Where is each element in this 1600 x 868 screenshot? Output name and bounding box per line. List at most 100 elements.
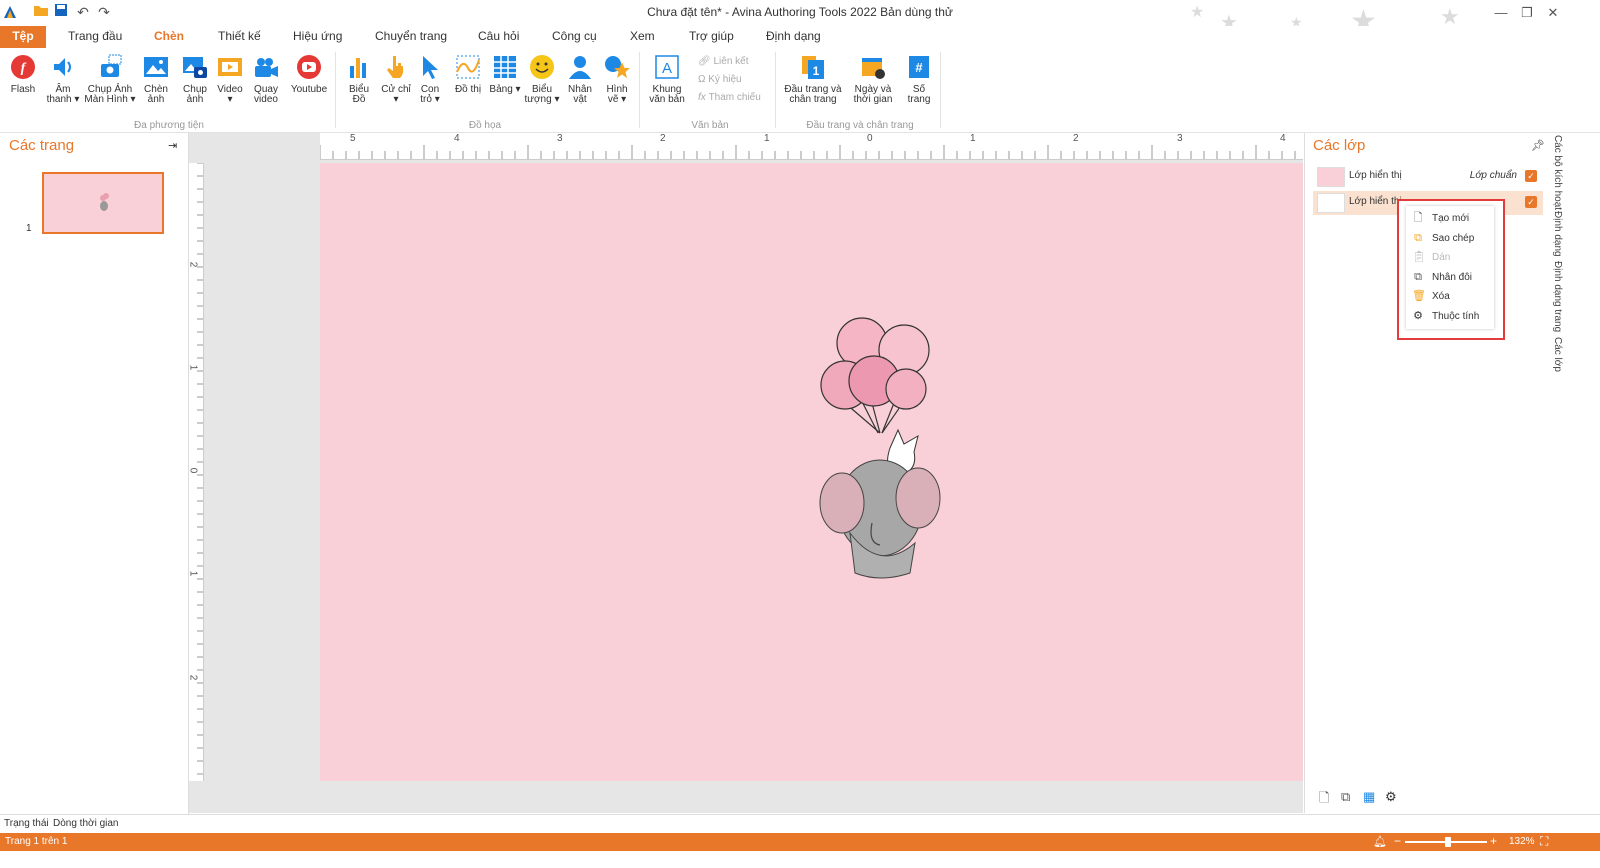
page-info: Trang 1 trên 1 bbox=[5, 836, 68, 847]
page-number-button[interactable]: # Số trang bbox=[904, 54, 934, 105]
tab-view[interactable]: Xem bbox=[630, 26, 655, 48]
new-layer-icon[interactable]: 🗋︎ bbox=[1319, 789, 1329, 811]
screenshot-button[interactable]: Chụp Ảnh Màn Hình ▾ bbox=[84, 54, 136, 105]
bar-chart-icon bbox=[350, 58, 366, 78]
tab-timeline[interactable]: Dòng thời gian bbox=[53, 818, 119, 829]
close-icon[interactable]: ✕ bbox=[1540, 3, 1566, 23]
menu-bar: Tệp Trang đầu Chèn Thiết kế Hiệu ứng Chu… bbox=[0, 26, 1600, 50]
star-decoration-icon: ★ bbox=[1190, 4, 1205, 21]
svg-text:#: # bbox=[915, 60, 923, 75]
youtube-button[interactable]: Youtube bbox=[289, 54, 329, 95]
ruler-tick-label: 3 bbox=[557, 133, 563, 144]
datetime-button[interactable]: Ngày và thời gian bbox=[852, 54, 894, 105]
gear-icon[interactable]: ⚙ bbox=[1385, 789, 1397, 805]
layer-tag: Lớp chuẩn bbox=[1469, 170, 1517, 181]
svg-text:A: A bbox=[662, 60, 672, 77]
reference-button[interactable]: fx Tham chiếu bbox=[698, 92, 761, 103]
layer-stack-icon[interactable]: ▦ bbox=[1363, 789, 1375, 805]
layer-visible-checkbox[interactable]: ✓ bbox=[1525, 170, 1537, 182]
menu-item-duplicate[interactable]: ⧉ Nhân đôi bbox=[1406, 268, 1494, 287]
pin-icon[interactable]: ⇥ bbox=[168, 139, 177, 152]
tab-questions[interactable]: Câu hỏi bbox=[478, 26, 519, 48]
minimize-icon[interactable]: — bbox=[1488, 3, 1514, 23]
zoom-level: 132% bbox=[1509, 836, 1535, 847]
duplicate-icon: ⧉ bbox=[1414, 271, 1422, 283]
layer-row[interactable]: Lớp hiển thị Lớp chuẩn ✓ bbox=[1313, 165, 1543, 189]
capture-image-button[interactable]: Chụp ảnh bbox=[178, 54, 212, 105]
ribbon-separator bbox=[940, 52, 941, 128]
duplicate-layer-icon[interactable]: ⧉ bbox=[1341, 789, 1350, 805]
ribbon-separator bbox=[335, 52, 336, 128]
ruler-tick-label: 2 bbox=[187, 674, 199, 681]
video-camera-icon bbox=[255, 58, 278, 77]
ruler-ticks bbox=[320, 145, 1296, 159]
table-button[interactable]: Bảng ▾ bbox=[489, 54, 521, 95]
tab-transitions[interactable]: Chuyển trang bbox=[375, 26, 447, 48]
gesture-button[interactable]: Cử chỉ ▾ bbox=[380, 54, 412, 105]
bell-icon[interactable]: 🔔︎ bbox=[1373, 835, 1387, 848]
ruler-tick-label: 1 bbox=[187, 364, 199, 371]
video-button[interactable]: Video ▾ bbox=[214, 54, 246, 105]
page-thumbnail[interactable] bbox=[42, 172, 164, 234]
tab-effects[interactable]: Hiệu ứng bbox=[293, 26, 342, 48]
slide-canvas[interactable] bbox=[320, 163, 1303, 781]
slide-thumbnail-image bbox=[100, 193, 109, 211]
ruler-tick-label: 4 bbox=[454, 133, 460, 144]
ruler-tick-label: 1 bbox=[764, 133, 770, 144]
menu-item-copy[interactable]: ⧉ Sao chép bbox=[1406, 229, 1494, 248]
zoom-out-button[interactable]: − bbox=[1394, 834, 1401, 848]
shape-button[interactable]: Hình vẽ ▾ bbox=[601, 54, 633, 105]
ribbon-separator bbox=[775, 52, 776, 128]
pages-panel: Các trang ⇥ 1 bbox=[0, 133, 189, 833]
header-footer-icon: 1 bbox=[802, 56, 824, 79]
audio-button[interactable]: Âm thanh ▾ bbox=[44, 54, 82, 105]
tab-format-side[interactable]: Định dạng bbox=[1552, 211, 1563, 257]
tab-triggers[interactable]: Các bộ kích hoạt bbox=[1552, 135, 1563, 210]
youtube-icon bbox=[297, 55, 321, 79]
character-button[interactable]: Nhân vật bbox=[564, 54, 596, 105]
fit-screen-icon[interactable]: ⛶ bbox=[1540, 834, 1548, 849]
ruler-tick-label: 2 bbox=[187, 261, 199, 268]
tab-tools[interactable]: Công cụ bbox=[552, 26, 597, 48]
insert-image-button[interactable]: Chèn ảnh bbox=[140, 54, 172, 105]
flash-button[interactable]: f Flash bbox=[6, 54, 40, 95]
menu-item-paste[interactable]: 📋︎ Dán bbox=[1406, 248, 1494, 267]
group-label-header-footer: Đầu trang và chân trang bbox=[806, 120, 914, 131]
ribbon: f Flash Âm thanh ▾ Chụp Ảnh Màn Hình ▾ C… bbox=[0, 48, 1600, 133]
pointer-button[interactable]: Con trỏ ▾ bbox=[414, 54, 446, 105]
layer-visible-checkbox[interactable]: ✓ bbox=[1525, 196, 1537, 208]
tab-design[interactable]: Thiết kế bbox=[218, 26, 261, 48]
ruler-tick-label: 2 bbox=[660, 133, 666, 144]
group-label-graphics: Đồ họa bbox=[468, 120, 502, 131]
tab-page-format[interactable]: Định dạng trang bbox=[1552, 261, 1563, 332]
tab-home[interactable]: Trang đầu bbox=[68, 26, 122, 48]
tab-format[interactable]: Định dạng bbox=[766, 26, 821, 48]
screenshot-icon bbox=[101, 54, 122, 77]
textbox-button[interactable]: A Khung văn bản bbox=[646, 54, 688, 105]
menu-item-delete[interactable]: 🗑︎ Xóa bbox=[1406, 287, 1494, 306]
menu-item-new[interactable]: 🗋︎ Tạo mới bbox=[1406, 209, 1494, 228]
pin-icon[interactable]: 📌︎ bbox=[1531, 139, 1545, 152]
symbol-button[interactable]: Ω Ký hiệu bbox=[698, 74, 742, 85]
emoji-button[interactable]: Biểu tượng ▾ bbox=[524, 54, 560, 105]
menu-item-properties[interactable]: ⚙ Thuộc tính bbox=[1406, 307, 1494, 326]
balloon-elephant-illustration[interactable] bbox=[320, 163, 1303, 781]
link-button[interactable]: 🔗︎ Liên kết bbox=[698, 56, 749, 67]
tab-help[interactable]: Trợ giúp bbox=[689, 26, 734, 48]
ruler-tick-label: 1 bbox=[187, 570, 199, 577]
image-icon bbox=[144, 57, 168, 77]
paste-icon: 📋︎ bbox=[1412, 251, 1426, 263]
tab-insert[interactable]: Chèn bbox=[140, 26, 198, 50]
restore-icon[interactable]: ❐ bbox=[1514, 3, 1540, 23]
record-video-button[interactable]: Quay video bbox=[250, 54, 282, 105]
ruler-tick-label: 0 bbox=[867, 133, 873, 144]
calendar-clock-icon bbox=[862, 58, 885, 79]
zoom-in-button[interactable]: + bbox=[1490, 834, 1497, 848]
tab-file[interactable]: Tệp bbox=[0, 26, 46, 48]
zoom-slider-handle[interactable] bbox=[1445, 837, 1452, 847]
header-footer-button[interactable]: 1 Đầu trang và chân trang bbox=[782, 54, 844, 105]
tab-status[interactable]: Trạng thái bbox=[4, 818, 49, 829]
chart-button[interactable]: Biểu Đồ bbox=[342, 54, 376, 105]
tab-layers[interactable]: Các lớp bbox=[1552, 337, 1563, 372]
graph-button[interactable]: Đồ thị bbox=[452, 54, 484, 95]
